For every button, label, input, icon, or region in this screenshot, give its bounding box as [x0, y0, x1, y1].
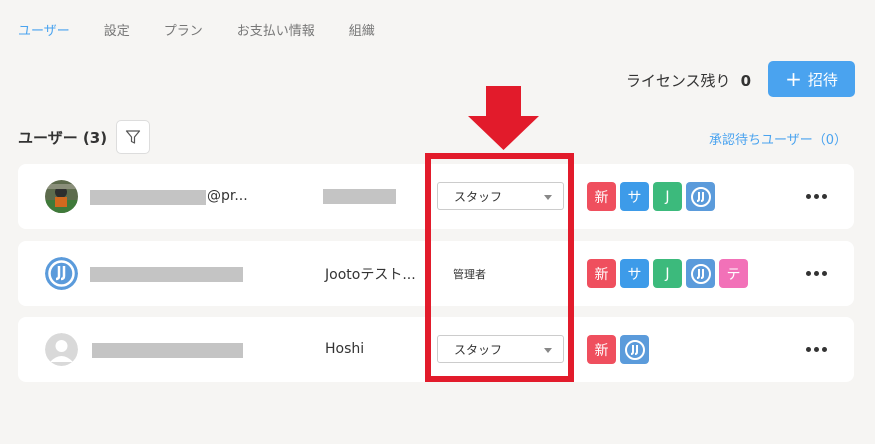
project-tag[interactable]: 新 — [587, 182, 616, 211]
project-tag[interactable]: J — [653, 182, 682, 211]
project-tag[interactable] — [620, 335, 649, 364]
settings-tabs: ユーザー 設定 プラン お支払い情報 組織 — [18, 20, 409, 39]
tab-plan[interactable]: プラン — [164, 20, 203, 39]
user-name: Jootoテスト... — [325, 267, 416, 283]
project-tag[interactable]: 新 — [587, 259, 616, 288]
more-options-button[interactable] — [806, 264, 828, 282]
annotation-arrow-icon — [468, 86, 539, 150]
filter-button[interactable] — [116, 120, 150, 154]
annotation-highlight-box — [425, 153, 574, 382]
license-count: 0 — [740, 71, 751, 90]
invite-button[interactable]: + 招待 — [768, 61, 855, 97]
project-tag[interactable]: 新 — [587, 335, 616, 364]
avatar — [45, 333, 78, 366]
filter-icon — [125, 130, 141, 144]
pending-users-link[interactable]: 承認待ちユーザー（0） — [709, 129, 847, 148]
jooto-logo-icon — [624, 339, 645, 360]
more-options-button[interactable] — [806, 340, 828, 358]
tab-settings[interactable]: 設定 — [104, 20, 130, 39]
project-tag[interactable]: J — [653, 259, 682, 288]
redacted-email — [90, 267, 243, 282]
project-tag[interactable]: サ — [620, 182, 649, 211]
tab-billing[interactable]: お支払い情報 — [237, 20, 315, 39]
users-heading: ユーザー (3) — [18, 129, 108, 147]
project-tags: 新 サ J — [587, 182, 715, 211]
user-name: Hoshi — [325, 341, 365, 357]
email-suffix: @pr... — [207, 188, 248, 204]
project-tag[interactable]: サ — [620, 259, 649, 288]
redacted-email — [90, 190, 206, 205]
invite-label: 招待 — [807, 70, 838, 89]
project-tags: 新 — [587, 335, 649, 364]
project-tag[interactable] — [686, 259, 715, 288]
tab-organization[interactable]: 組織 — [349, 20, 375, 39]
avatar — [45, 257, 78, 290]
more-options-button[interactable] — [806, 187, 828, 205]
redacted-email — [92, 343, 243, 358]
jooto-logo-icon — [690, 186, 711, 207]
project-tag[interactable] — [686, 182, 715, 211]
avatar — [45, 180, 78, 213]
license-remaining: ライセンス残り 0 — [626, 70, 751, 91]
redacted-name — [323, 189, 396, 204]
project-tag[interactable]: テ — [719, 259, 748, 288]
jooto-logo-icon — [690, 263, 711, 284]
plus-icon: + — [785, 67, 802, 91]
project-tags: 新 サ J テ — [587, 259, 748, 288]
tab-users[interactable]: ユーザー — [18, 20, 70, 39]
license-label: ライセンス残り — [625, 72, 731, 90]
